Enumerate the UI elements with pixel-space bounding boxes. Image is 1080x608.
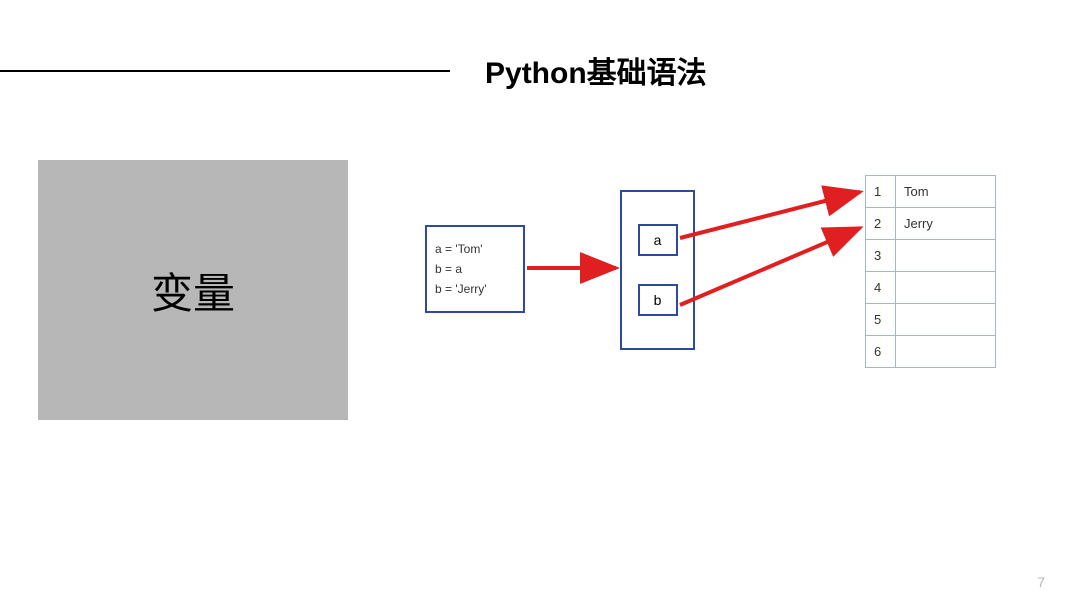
code-block: a = 'Tom' b = a b = 'Jerry'	[425, 225, 525, 313]
mem-idx: 3	[866, 240, 896, 272]
arrow-b-to-mem2	[680, 228, 860, 305]
mem-val	[896, 240, 996, 272]
code-line-1: a = 'Tom'	[435, 242, 515, 256]
mem-val	[896, 336, 996, 368]
table-row: 2Jerry	[866, 208, 996, 240]
code-line-2: b = a	[435, 262, 515, 276]
mem-val: Jerry	[896, 208, 996, 240]
table-row: 4	[866, 272, 996, 304]
mem-idx: 2	[866, 208, 896, 240]
table-row: 6	[866, 336, 996, 368]
code-line-3: b = 'Jerry'	[435, 282, 515, 296]
mem-idx: 5	[866, 304, 896, 336]
mem-val: Tom	[896, 176, 996, 208]
slide-title: Python基础语法	[485, 48, 707, 92]
mem-idx: 1	[866, 176, 896, 208]
variable-box: a b	[620, 190, 695, 350]
mem-idx: 6	[866, 336, 896, 368]
table-row: 5	[866, 304, 996, 336]
memory-table: 1Tom 2Jerry 3 4 5 6	[865, 175, 996, 368]
mem-val	[896, 272, 996, 304]
mem-val	[896, 304, 996, 336]
var-a-cell: a	[638, 224, 678, 256]
header-divider	[0, 70, 450, 72]
var-b-cell: b	[638, 284, 678, 316]
page-number: 7	[1037, 574, 1045, 590]
table-row: 3	[866, 240, 996, 272]
topic-label: 变量	[151, 260, 235, 321]
mem-idx: 4	[866, 272, 896, 304]
topic-box: 变量	[38, 160, 348, 420]
table-row: 1Tom	[866, 176, 996, 208]
arrow-a-to-mem1	[680, 192, 860, 238]
